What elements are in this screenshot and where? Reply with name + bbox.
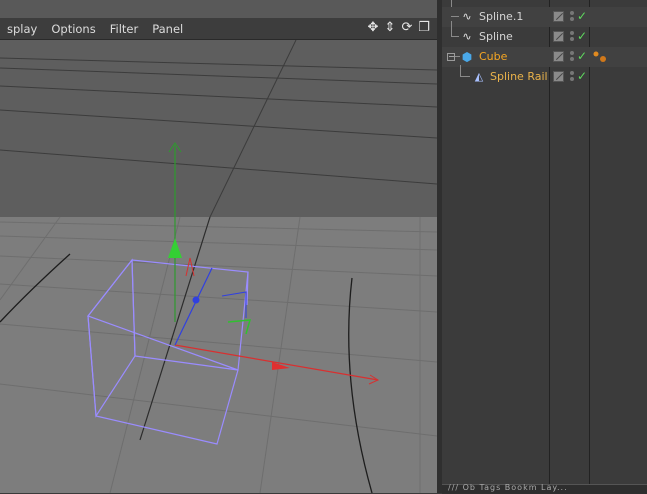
viewport-nav-icons: ✥ ⇕ ⟳ ❐ [366, 20, 431, 36]
bottom-tabs-text[interactable]: /// Ob Tags Bookm Lay... [448, 483, 568, 492]
spline-rail-icon: ◭ [474, 70, 484, 83]
tree-connector [451, 16, 459, 17]
visibility-dots[interactable] [568, 69, 576, 85]
layer-swatch[interactable] [553, 11, 564, 22]
object-name: Spline.1 [479, 10, 524, 23]
spline-icon: ∿ [462, 30, 472, 43]
tree-connector [451, 21, 452, 37]
object-row-spline-rail[interactable]: ◭ Spline Rail ✓ [442, 65, 647, 87]
enabled-check-icon[interactable]: ✓ [577, 9, 587, 23]
zoom-icon[interactable]: ⇕ [383, 20, 397, 36]
object-manager: ∿ Spline.1 ✓ ∿ Spline ✓ − ⬢ Cube ✓ ◭ Spl… [442, 0, 647, 493]
move-icon[interactable]: ✥ [366, 20, 380, 36]
visibility-dots[interactable] [568, 49, 576, 65]
object-name: Cube [479, 50, 508, 63]
spline-icon: ∿ [462, 10, 472, 23]
rotate-icon[interactable]: ⟳ [400, 20, 414, 36]
tree-connector [451, 36, 459, 37]
object-row-cube[interactable]: − ⬢ Cube ✓ [442, 47, 647, 67]
layer-swatch[interactable] [553, 51, 564, 62]
visibility-dots[interactable] [568, 9, 576, 25]
layer-swatch[interactable] [553, 31, 564, 42]
menu-panel[interactable]: Panel [145, 22, 190, 36]
menu-options[interactable]: Options [44, 22, 102, 36]
material-tag-icon[interactable] [592, 50, 608, 64]
viewport-top-strip [0, 0, 437, 18]
tree-connector [460, 76, 470, 77]
object-row-spline-1[interactable]: ∿ Spline.1 ✓ [442, 7, 647, 27]
3d-viewport[interactable]: splay Options Filter Panel ✥ ⇕ ⟳ ❐ [0, 0, 437, 493]
object-name: Spline [479, 30, 513, 43]
cube-icon: ⬢ [461, 50, 473, 64]
enabled-check-icon[interactable]: ✓ [577, 29, 587, 43]
object-row-spline[interactable]: ∿ Spline ✓ [442, 21, 647, 47]
object-name: Spline Rail [490, 70, 548, 83]
menu-display[interactable]: splay [0, 22, 44, 36]
maximize-icon[interactable]: ❐ [417, 20, 431, 36]
z-axis-handle[interactable] [192, 296, 200, 304]
layer-swatch[interactable] [553, 71, 564, 82]
upper-backdrop [0, 40, 437, 217]
menu-filter[interactable]: Filter [103, 22, 145, 36]
viewport-scene[interactable] [0, 40, 437, 493]
visibility-dots[interactable] [568, 29, 576, 45]
viewport-menubar: splay Options Filter Panel ✥ ⇕ ⟳ ❐ [0, 18, 437, 40]
enabled-check-icon[interactable]: ✓ [577, 69, 587, 83]
collapse-toggle-icon[interactable]: − [447, 53, 455, 61]
enabled-check-icon[interactable]: ✓ [577, 49, 587, 63]
